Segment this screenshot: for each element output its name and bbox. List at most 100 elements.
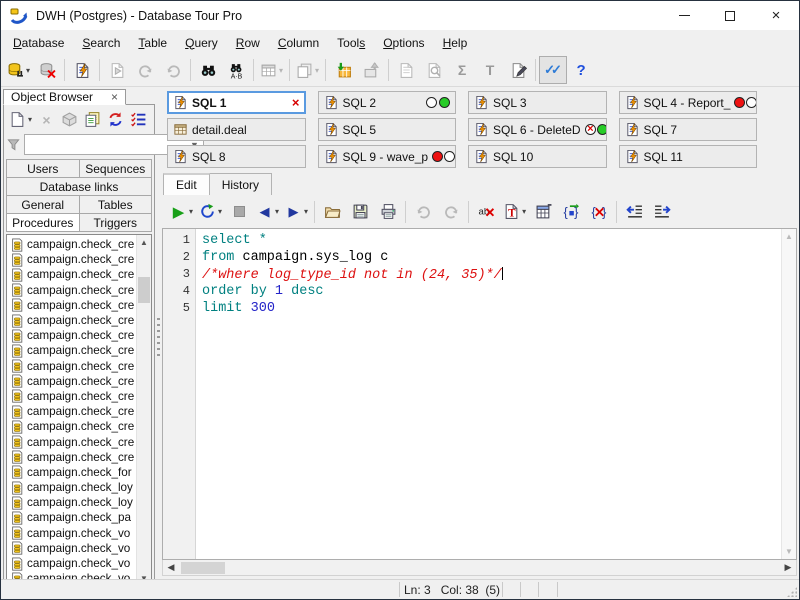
- list-item[interactable]: campaign.check_cre: [8, 374, 151, 389]
- list-item[interactable]: campaign.check_vo: [8, 556, 151, 571]
- sql-tab-sql-2[interactable]: SQL 2: [318, 91, 457, 114]
- object-browser-tab[interactable]: Object Browser ×: [3, 89, 126, 105]
- list-item[interactable]: campaign.check_cre: [8, 237, 151, 252]
- edit-blob-button[interactable]: [504, 56, 532, 84]
- list-item[interactable]: campaign.check_cre: [8, 252, 151, 267]
- remove-braces-button[interactable]: {}: [585, 198, 613, 225]
- tab-general[interactable]: General: [6, 195, 80, 214]
- procedure-list-scrollbar[interactable]: ▲ ▼: [136, 235, 151, 586]
- refresh-objects-button[interactable]: [104, 108, 127, 131]
- scroll-left-icon[interactable]: ◀: [163, 562, 179, 573]
- refresh-query-dropdown[interactable]: ▾: [218, 207, 222, 216]
- connect-database-dropdown[interactable]: ▾: [26, 66, 30, 75]
- sql-tab-sql-6-deleted[interactable]: SQL 6 - DeleteDql: [468, 118, 607, 141]
- indent-button[interactable]: [648, 198, 676, 225]
- insert-fields-button[interactable]: [529, 198, 557, 225]
- list-item[interactable]: campaign.check_cre: [8, 343, 151, 358]
- menu-table[interactable]: Table: [129, 33, 176, 53]
- check-sql-button[interactable]: ✓✓: [539, 56, 567, 84]
- next-query-button[interactable]: ▶▾: [282, 198, 311, 225]
- sql-tab-sql-9-wave-p[interactable]: SQL 9 - wave_p..: [318, 145, 457, 168]
- menu-search[interactable]: Search: [73, 33, 129, 53]
- list-item[interactable]: campaign.check_for: [8, 465, 151, 480]
- menu-query[interactable]: Query: [176, 33, 227, 53]
- list-item[interactable]: campaign.check_vo: [8, 526, 151, 541]
- tab-triggers[interactable]: Triggers: [79, 213, 153, 232]
- menu-help[interactable]: Help: [434, 33, 477, 53]
- maximize-button[interactable]: [707, 1, 753, 30]
- menu-tools[interactable]: Tools: [328, 33, 374, 53]
- next-query-dropdown[interactable]: ▾: [304, 207, 308, 216]
- new-object-dropdown[interactable]: ▾: [28, 115, 32, 124]
- close-icon[interactable]: ×: [292, 96, 300, 109]
- list-item[interactable]: campaign.check_cre: [8, 328, 151, 343]
- add-braces-button[interactable]: {}: [557, 198, 585, 225]
- list-item[interactable]: campaign.check_cre: [8, 313, 151, 328]
- print-sql-button[interactable]: [374, 198, 402, 225]
- scroll-right-icon[interactable]: ▶: [780, 562, 796, 573]
- menu-options[interactable]: Options: [374, 33, 433, 53]
- prev-query-button[interactable]: ◀▾: [253, 198, 282, 225]
- resize-grip-icon[interactable]: [787, 587, 797, 597]
- minimize-button[interactable]: [661, 1, 707, 30]
- object-list-button[interactable]: [127, 108, 150, 131]
- editor-vertical-scrollbar[interactable]: ▲ ▼: [781, 229, 796, 559]
- sql-tab-sql-10[interactable]: SQL 10: [468, 145, 607, 168]
- tab-sequences[interactable]: Sequences: [79, 159, 153, 178]
- list-item[interactable]: campaign.check_vo: [8, 541, 151, 556]
- editor-horizontal-scrollbar[interactable]: ◀ ▶: [162, 560, 797, 576]
- connect-database-button[interactable]: ▾: [4, 56, 33, 84]
- sql-tab-detail-deal[interactable]: detail.deal: [167, 118, 306, 141]
- copy-object-button[interactable]: [81, 108, 104, 131]
- list-item[interactable]: campaign.check_cre: [8, 389, 151, 404]
- list-item[interactable]: campaign.check_cre: [8, 450, 151, 465]
- sql-tab-sql-11[interactable]: SQL 11: [619, 145, 758, 168]
- import-data-button[interactable]: [329, 56, 357, 84]
- sql-tab-sql-7[interactable]: SQL 7: [619, 118, 758, 141]
- new-object-button[interactable]: ▾: [6, 108, 35, 131]
- tab-procedures[interactable]: Procedures: [6, 213, 80, 232]
- panel-splitter[interactable]: [155, 88, 162, 578]
- run-query-dropdown[interactable]: ▾: [189, 207, 193, 216]
- scrollbar-thumb[interactable]: [138, 277, 150, 303]
- scroll-up-icon[interactable]: ▲: [137, 235, 151, 250]
- sql-tab-sql-1[interactable]: SQL 1×: [167, 91, 306, 114]
- list-item[interactable]: campaign.check_loy: [8, 495, 151, 510]
- scrollbar-thumb[interactable]: [181, 562, 225, 574]
- sql-tab-sql-5[interactable]: SQL 5: [318, 118, 457, 141]
- tab-history[interactable]: History: [209, 173, 272, 195]
- format-text-button[interactable]: T▾: [500, 198, 529, 225]
- open-file-button[interactable]: [318, 198, 346, 225]
- prev-query-dropdown[interactable]: ▾: [275, 207, 279, 216]
- replace-button[interactable]: A·B: [222, 56, 250, 84]
- format-text-dropdown[interactable]: ▾: [522, 207, 526, 216]
- run-query-button[interactable]: ▶▾: [167, 198, 196, 225]
- menu-column[interactable]: Column: [269, 33, 328, 53]
- list-item[interactable]: campaign.check_cre: [8, 267, 151, 282]
- menu-row[interactable]: Row: [227, 33, 269, 53]
- list-item[interactable]: campaign.check_cre: [8, 359, 151, 374]
- outdent-button[interactable]: [620, 198, 648, 225]
- find-button[interactable]: [194, 56, 222, 84]
- procedure-list[interactable]: campaign.check_crecampaign.check_crecamp…: [6, 234, 152, 587]
- close-button[interactable]: ×: [753, 1, 799, 30]
- code-area[interactable]: select *from campaign.sys_log c/*where l…: [196, 229, 781, 559]
- scroll-up-icon[interactable]: ▲: [782, 229, 796, 244]
- tab-edit[interactable]: Edit: [163, 173, 210, 195]
- scroll-down-icon[interactable]: ▼: [782, 544, 796, 559]
- refresh-query-button[interactable]: ▾: [196, 198, 225, 225]
- tab-tables[interactable]: Tables: [79, 195, 153, 214]
- save-file-button[interactable]: [346, 198, 374, 225]
- list-item[interactable]: campaign.check_cre: [8, 298, 151, 313]
- list-item[interactable]: campaign.check_cre: [8, 283, 151, 298]
- list-item[interactable]: campaign.check_cre: [8, 404, 151, 419]
- sql-tab-sql-8[interactable]: SQL 8: [167, 145, 306, 168]
- list-item[interactable]: campaign.check_loy: [8, 480, 151, 495]
- object-browser-close-icon[interactable]: ×: [111, 90, 118, 104]
- list-item[interactable]: campaign.check_cre: [8, 419, 151, 434]
- tab-users[interactable]: Users: [6, 159, 80, 178]
- list-item[interactable]: campaign.check_cre: [8, 434, 151, 449]
- list-item[interactable]: campaign.check_pa: [8, 510, 151, 525]
- sql-tab-sql-3[interactable]: SQL 3: [468, 91, 607, 114]
- tab-database-links[interactable]: Database links: [6, 177, 152, 196]
